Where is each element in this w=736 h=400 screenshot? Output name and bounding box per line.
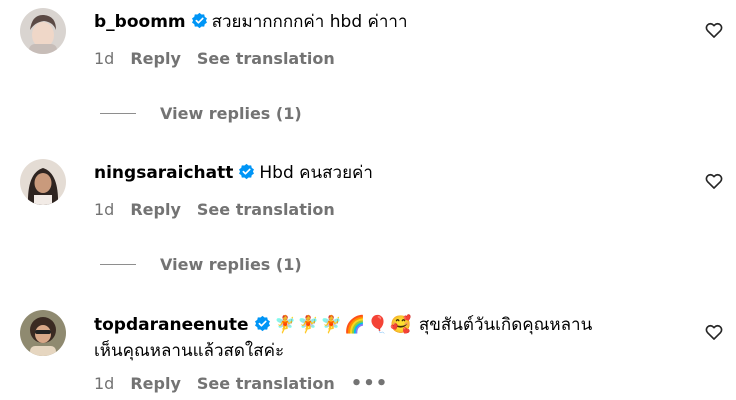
see-translation-button[interactable]: See translation: [197, 374, 335, 393]
view-replies-button[interactable]: View replies (1): [160, 104, 302, 123]
view-replies[interactable]: View replies (1): [100, 104, 302, 123]
comment-meta: 1d Reply See translation: [94, 49, 674, 68]
comment-meta: 1d Reply See translation: [94, 200, 674, 219]
comment-text-continued: เห็นคุณหลานแล้วสดใสค่ะ: [94, 341, 285, 361]
comment-text: สุขสันต์วันเกิดคุณหลาน: [418, 315, 593, 335]
comment-line: topdaraneenute 🧚🧚🧚🌈🎈🥰 สุขสันต์วันเกิดคุณห…: [94, 312, 674, 338]
avatar[interactable]: [20, 159, 66, 205]
comment-line: b_boomm สวยมากกกกค่า hbd ค่าาา: [94, 9, 674, 35]
comment-age: 1d: [94, 49, 115, 68]
avatar[interactable]: [20, 8, 66, 54]
heart-outline-icon[interactable]: [704, 20, 724, 40]
reply-button[interactable]: Reply: [130, 49, 181, 68]
verified-badge-icon: [191, 12, 207, 29]
comment-age: 1d: [94, 374, 115, 393]
comment-age: 1d: [94, 200, 115, 219]
heart-outline-icon[interactable]: [704, 171, 724, 191]
comment-line-2: เห็นคุณหลานแล้วสดใสค่ะ: [94, 338, 674, 364]
view-replies[interactable]: View replies (1): [100, 255, 302, 274]
username[interactable]: b_boomm: [94, 12, 186, 32]
reply-button[interactable]: Reply: [130, 374, 181, 393]
divider-line: [100, 113, 136, 114]
comment-body: b_boomm สวยมากกกกค่า hbd ค่าาา 1d Reply S…: [94, 9, 674, 68]
comment-text: สวยมากกกกค่า hbd ค่าาา: [211, 12, 408, 32]
comment-meta: 1d Reply See translation •••: [94, 374, 674, 393]
comment-text: Hbd คนสวยค่า: [259, 163, 373, 183]
see-translation-button[interactable]: See translation: [197, 49, 335, 68]
emoji-sequence: 🧚🧚🧚🌈🎈🥰: [274, 315, 414, 335]
comment-line: ningsaraichatt Hbd คนสวยค่า: [94, 160, 674, 186]
divider-line: [100, 264, 136, 265]
verified-badge-icon: [254, 315, 270, 332]
see-translation-button[interactable]: See translation: [197, 200, 335, 219]
comment-body: ningsaraichatt Hbd คนสวยค่า 1d Reply See …: [94, 160, 674, 219]
username[interactable]: ningsaraichatt: [94, 163, 233, 183]
comment-body: topdaraneenute 🧚🧚🧚🌈🎈🥰 สุขสันต์วันเกิดคุณห…: [94, 312, 674, 393]
more-options-button[interactable]: •••: [351, 374, 389, 392]
heart-outline-icon[interactable]: [704, 322, 724, 342]
verified-badge-icon: [239, 163, 255, 180]
reply-button[interactable]: Reply: [130, 200, 181, 219]
username[interactable]: topdaraneenute: [94, 315, 249, 335]
view-replies-button[interactable]: View replies (1): [160, 255, 302, 274]
avatar[interactable]: [20, 310, 66, 356]
